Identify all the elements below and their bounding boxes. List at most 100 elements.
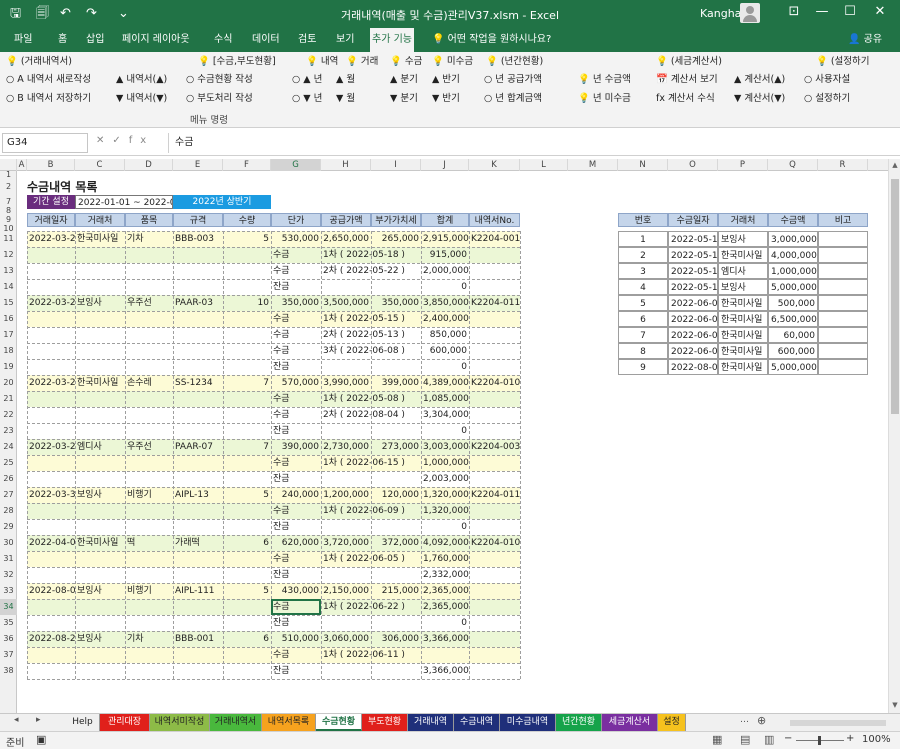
ribbon-command[interactable]: 💡 [수금,부도현황] bbox=[198, 56, 276, 68]
summary-cell[interactable]: 한국미사일 bbox=[718, 295, 768, 311]
column-title[interactable]: 수량 bbox=[223, 213, 271, 227]
table-cell[interactable]: 10 bbox=[223, 295, 271, 311]
row-header[interactable]: 32 bbox=[0, 567, 17, 583]
column-header[interactable]: N bbox=[618, 159, 668, 171]
ribbon-command[interactable]: 💡 (년간현황) bbox=[486, 56, 543, 68]
table-cell[interactable]: 2,150,000 bbox=[321, 583, 371, 599]
name-box[interactable]: G34 bbox=[2, 133, 88, 153]
table-cell[interactable]: BBB-003 bbox=[173, 231, 223, 247]
column-title[interactable]: 거래처 bbox=[75, 213, 125, 227]
ribbon-command[interactable]: ○ B 내역서 저장하기 bbox=[6, 93, 91, 105]
cell[interactable] bbox=[27, 599, 75, 615]
summary-cell[interactable] bbox=[818, 295, 868, 311]
ribbon-command[interactable]: ▲ 계산서(▲) bbox=[734, 74, 785, 86]
summary-cell[interactable] bbox=[818, 359, 868, 375]
cell[interactable] bbox=[27, 247, 75, 263]
more-sheets-icon[interactable]: … bbox=[740, 715, 749, 725]
column-title[interactable]: 단가 bbox=[271, 213, 321, 227]
cell[interactable] bbox=[469, 263, 520, 279]
column-header[interactable]: R bbox=[818, 159, 868, 171]
ribbon-command[interactable]: 💡 년 수금액 bbox=[578, 74, 631, 86]
cell[interactable] bbox=[27, 503, 75, 519]
period-label[interactable]: 기간 설정 bbox=[27, 195, 75, 209]
cell[interactable] bbox=[125, 599, 173, 615]
scroll-down-icon[interactable]: ▼ bbox=[889, 701, 900, 709]
horizontal-scrollbar[interactable] bbox=[790, 720, 886, 726]
payment-amount[interactable]: 1,320,000 bbox=[421, 503, 469, 519]
row-header[interactable]: 34 bbox=[0, 599, 17, 615]
payment-label[interactable]: 수금 bbox=[271, 247, 321, 263]
ribbon-command[interactable]: fx 계산서 수식 bbox=[656, 93, 715, 105]
ribbon-command[interactable]: ▼ 반기 bbox=[432, 93, 460, 105]
payment-amount[interactable]: 3,304,000 bbox=[421, 407, 469, 423]
summary-cell[interactable]: 3,000,000 bbox=[768, 231, 818, 247]
summary-cell[interactable]: 한국미사일 bbox=[718, 327, 768, 343]
column-title[interactable]: 공급가액 bbox=[321, 213, 371, 227]
cell[interactable] bbox=[173, 503, 223, 519]
table-cell[interactable]: 2022-04-01 bbox=[27, 535, 75, 551]
ribbon-command[interactable]: 📅 계산서 보기 bbox=[656, 74, 718, 86]
cell[interactable] bbox=[223, 311, 271, 327]
ribbon-display-icon[interactable]: ⊡ bbox=[784, 4, 804, 19]
maximize-icon[interactable]: ☐ bbox=[840, 4, 860, 19]
period-value[interactable]: 2022-01-01 ~ 2022-06-30 bbox=[75, 195, 173, 209]
tab-4[interactable]: 페이지 레이아웃 bbox=[120, 28, 192, 52]
table-cell[interactable]: 1,320,000 bbox=[421, 487, 469, 503]
table-cell[interactable]: 240,000 bbox=[271, 487, 321, 503]
sheet-tab[interactable]: 설정 bbox=[658, 714, 686, 731]
cell[interactable] bbox=[173, 311, 223, 327]
tab-6[interactable]: 데이터 bbox=[250, 28, 282, 52]
table-cell[interactable]: 430,000 bbox=[271, 583, 321, 599]
summary-cell[interactable] bbox=[818, 231, 868, 247]
payment-label[interactable]: 수금 bbox=[271, 407, 321, 423]
summary-cell[interactable]: 엠디사 bbox=[718, 263, 768, 279]
summary-cell[interactable]: 1,000,000 bbox=[768, 263, 818, 279]
balance-amount[interactable]: 0 bbox=[421, 519, 469, 535]
formula-controls[interactable]: ✕✓fx bbox=[96, 135, 154, 146]
row-header[interactable]: 35 bbox=[0, 615, 17, 631]
table-cell[interactable]: 215,000 bbox=[371, 583, 421, 599]
row-header[interactable]: 23 bbox=[0, 423, 17, 439]
summary-cell[interactable]: 600,000 bbox=[768, 343, 818, 359]
cell[interactable] bbox=[173, 599, 223, 615]
payment-label[interactable]: 수금 bbox=[271, 503, 321, 519]
table-cell[interactable]: K2204-001 bbox=[469, 231, 520, 247]
table-cell[interactable]: 3,366,000 bbox=[421, 631, 469, 647]
row-header[interactable]: 36 bbox=[0, 631, 17, 647]
cell[interactable] bbox=[125, 311, 173, 327]
ribbon-command[interactable]: ○ 설정하기 bbox=[804, 93, 850, 105]
payment-label[interactable]: 수금 bbox=[271, 327, 321, 343]
row-header[interactable]: 18 bbox=[0, 343, 17, 359]
payment-label[interactable]: 수금 bbox=[271, 311, 321, 327]
payment-amount[interactable]: 2,400,000 bbox=[421, 311, 469, 327]
summary-cell[interactable]: 2022-05-15 bbox=[668, 231, 718, 247]
ribbon-command[interactable]: ▼ 월 bbox=[336, 93, 355, 105]
cell[interactable] bbox=[223, 391, 271, 407]
tab-2[interactable]: 홈 bbox=[56, 28, 69, 52]
sheet-tab[interactable]: 내역서목록 bbox=[262, 714, 316, 731]
column-header[interactable]: C bbox=[75, 159, 125, 171]
table-cell[interactable]: 2,915,000 bbox=[421, 231, 469, 247]
cell[interactable] bbox=[75, 599, 125, 615]
table-cell[interactable]: 2022-08-08 bbox=[27, 583, 75, 599]
payment-amount[interactable]: 2,000,000 bbox=[421, 263, 469, 279]
row-header[interactable]: 30 bbox=[0, 535, 17, 551]
summary-header[interactable]: 수금일자 bbox=[668, 213, 718, 227]
row-header[interactable]: 38 bbox=[0, 663, 17, 679]
column-header[interactable]: E bbox=[173, 159, 223, 171]
cell[interactable] bbox=[469, 343, 520, 359]
cell[interactable] bbox=[173, 455, 223, 471]
payment-amount[interactable]: 1,760,000 bbox=[421, 551, 469, 567]
cell[interactable] bbox=[125, 647, 173, 663]
row-header[interactable]: 21 bbox=[0, 391, 17, 407]
summary-cell[interactable]: 3 bbox=[618, 263, 668, 279]
balance-amount[interactable]: 0 bbox=[421, 615, 469, 631]
ribbon-command[interactable]: ▲ 월 bbox=[336, 74, 355, 86]
summary-cell[interactable]: 5,000,000 bbox=[768, 279, 818, 295]
cell[interactable] bbox=[173, 247, 223, 263]
ribbon-command[interactable]: 💡 (세금계산서) bbox=[656, 56, 722, 68]
cell[interactable] bbox=[469, 647, 520, 663]
table-cell[interactable]: 우주선 bbox=[125, 295, 173, 311]
summary-cell[interactable]: 보잉사 bbox=[718, 279, 768, 295]
summary-header[interactable]: 비고 bbox=[818, 213, 868, 227]
